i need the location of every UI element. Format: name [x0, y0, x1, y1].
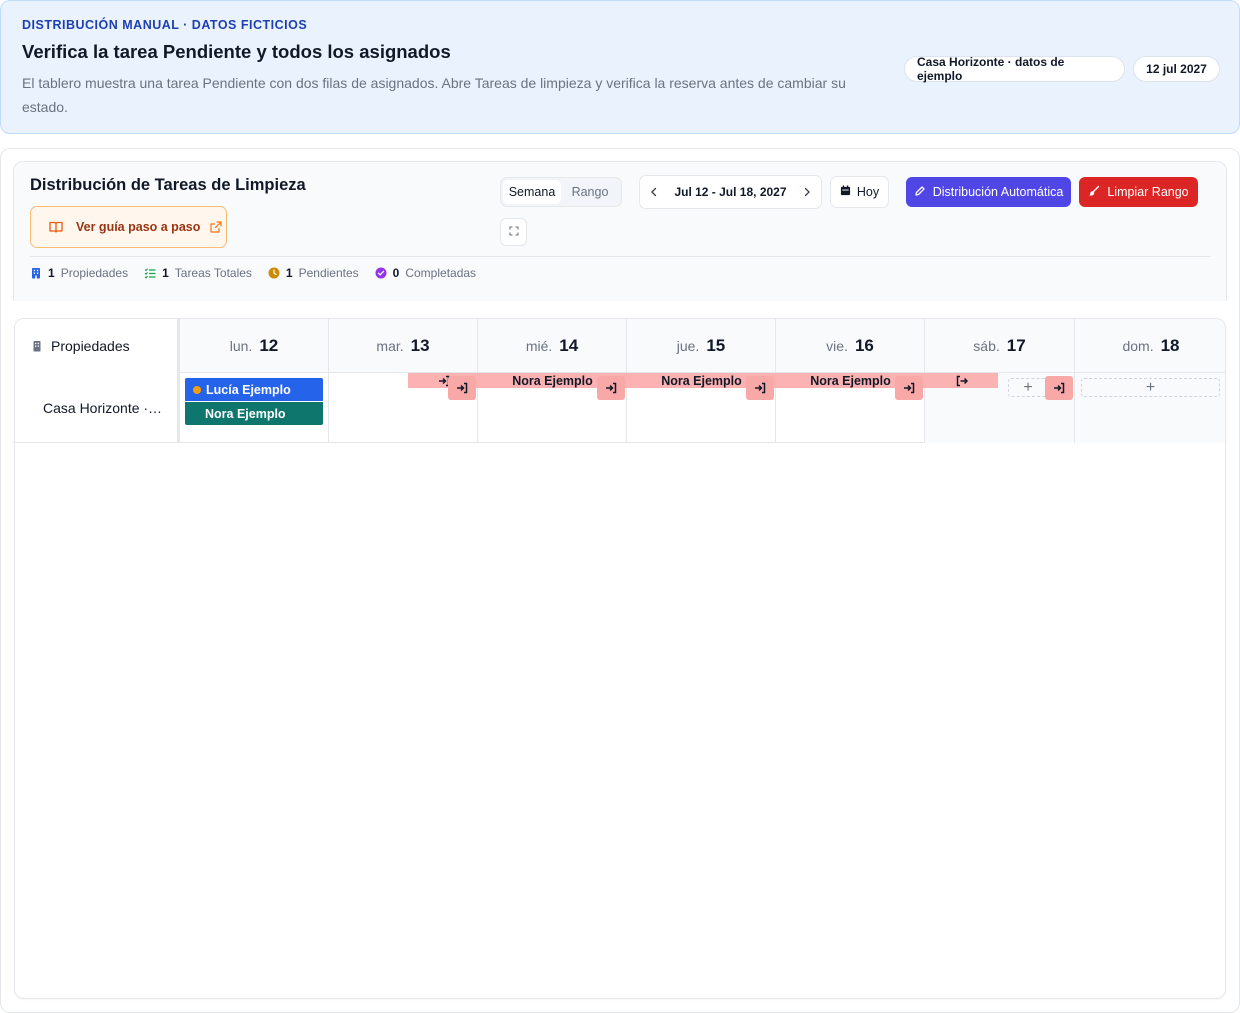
add-task-slot[interactable]: + — [1008, 378, 1048, 397]
view-option-week[interactable]: Semana — [503, 180, 561, 204]
check-in-icon — [606, 382, 617, 394]
stat-label: Propiedades — [60, 266, 129, 280]
info-banner: DISTRIBUCIÓN MANUAL · DATOS FICTICIOS Ve… — [0, 0, 1240, 134]
calendar-icon — [840, 185, 851, 199]
stats-bar: 1 Propiedades 1 Tareas Totales 1 Pendien… — [30, 265, 492, 281]
today-label: Hoy — [856, 185, 880, 199]
stat-value: 1 — [162, 266, 169, 280]
stat-value: 0 — [392, 266, 400, 280]
day-weekday: dom. — [1122, 338, 1154, 354]
task-assignee-primary[interactable]: Lucía Ejemplo — [185, 378, 323, 401]
clock-icon — [268, 267, 280, 279]
date-range-navigator: Jul 12 - Jul 18, 2027 — [639, 175, 822, 209]
stat-label: Completadas — [405, 266, 477, 280]
expand-icon — [508, 223, 519, 241]
day-number: 15 — [706, 336, 726, 355]
day-weekday: mié. — [525, 338, 553, 354]
date-pill: 12 jul 2027 — [1133, 56, 1220, 82]
check-in-icon — [457, 382, 468, 394]
day-weekday: jue. — [676, 338, 700, 354]
pencil-icon — [914, 185, 926, 200]
day-header: lun. 12 — [180, 319, 329, 373]
day-number: 17 — [1006, 336, 1026, 355]
today-button[interactable]: Hoy — [830, 176, 889, 208]
check-in-icon — [755, 382, 766, 394]
properties-column-header: Propiedades — [15, 319, 180, 373]
stat-value: 1 — [48, 266, 55, 280]
page-title: Distribución de Tareas de Limpieza — [30, 176, 306, 194]
check-circle-icon — [375, 267, 387, 279]
check-in-chip[interactable] — [746, 376, 774, 400]
grid-header-row: Propiedades lun. 12 mar. 13 mié. 14 jue. 15 … — [15, 319, 1225, 373]
day-header: mar. 13 — [329, 319, 478, 373]
building-icon — [30, 267, 42, 279]
chevron-right-icon[interactable] — [799, 184, 815, 200]
auto-distribution-label: Distribución Automática — [932, 185, 1064, 199]
list-check-icon — [144, 267, 156, 279]
banner-title: Verifica la tarea Pendiente y todos los … — [22, 41, 451, 62]
task-assignee-secondary[interactable]: Nora Ejemplo — [185, 402, 323, 425]
check-out-icon — [955, 374, 968, 387]
toolbar-divider — [30, 256, 1211, 257]
book-icon — [48, 219, 64, 235]
schedule-grid: Propiedades lun. 12 mar. 13 mié. 14 jue. 15 … — [14, 318, 1226, 999]
properties-header-label: Propiedades — [51, 338, 130, 354]
property-pill: Casa Horizonte · datos de ejemplo — [904, 55, 1125, 83]
stat-total-tasks: 1 Tareas Totales — [144, 266, 252, 280]
day-weekday: sáb. — [973, 338, 1000, 354]
day-weekday: mar. — [376, 338, 404, 354]
auto-distribution-button[interactable]: Distribución Automática — [906, 177, 1071, 207]
check-in-chip[interactable] — [895, 376, 923, 400]
guide-button[interactable]: Ver guía paso a paso — [30, 206, 227, 248]
check-in-chip[interactable] — [1045, 376, 1073, 400]
stat-label: Tareas Totales — [174, 266, 252, 280]
guide-button-label: Ver guía paso a paso — [76, 220, 201, 234]
banner-eyebrow: DISTRIBUCIÓN MANUAL · DATOS FICTICIOS — [22, 18, 308, 32]
stat-properties: 1 Propiedades — [30, 266, 128, 280]
day-header: dom. 18 — [1075, 319, 1225, 373]
day-header: vie. 16 — [776, 319, 925, 373]
day-number: 18 — [1160, 336, 1180, 355]
day-header: jue. 15 — [627, 319, 776, 373]
assignee-name: Nora Ejemplo — [205, 406, 286, 421]
stat-label: Pendientes — [298, 266, 359, 280]
stat-completed: 0 Completadas — [375, 266, 476, 280]
banner-description: El tablero muestra una tarea Pendiente c… — [22, 75, 846, 115]
add-task-slot[interactable]: + — [1081, 378, 1220, 397]
day-weekday: vie. — [826, 338, 848, 354]
building-icon — [31, 340, 43, 352]
check-in-chip[interactable] — [448, 376, 476, 400]
clear-range-label: Limpiar Rango — [1107, 185, 1189, 199]
day-header: sáb. 17 — [925, 319, 1075, 373]
check-in-icon — [1054, 382, 1065, 394]
stat-value: 1 — [285, 266, 293, 280]
day-weekday: lun. — [229, 338, 253, 354]
clear-range-button[interactable]: Limpiar Rango — [1079, 177, 1198, 207]
assignee-name: Lucía Ejemplo — [206, 382, 291, 397]
day-number: 16 — [854, 336, 874, 355]
view-toggle: Semana Rango — [500, 177, 622, 207]
check-in-icon — [904, 382, 915, 394]
check-in-chip[interactable] — [597, 376, 625, 400]
pending-status-dot — [193, 385, 201, 394]
day-number: 12 — [259, 336, 279, 355]
property-name[interactable]: Casa Horizonte ·… — [15, 373, 180, 443]
chevron-left-icon[interactable] — [646, 184, 662, 200]
date-range-label: Jul 12 - Jul 18, 2027 — [674, 185, 787, 199]
view-option-range[interactable]: Rango — [561, 180, 619, 204]
day-number: 13 — [410, 336, 430, 355]
day-header: mié. 14 — [478, 319, 627, 373]
brush-icon — [1088, 185, 1100, 200]
external-link-icon — [209, 220, 223, 234]
fullscreen-button[interactable] — [500, 218, 527, 246]
day-number: 14 — [559, 336, 579, 355]
stat-pending: 1 Pendientes — [268, 266, 359, 280]
